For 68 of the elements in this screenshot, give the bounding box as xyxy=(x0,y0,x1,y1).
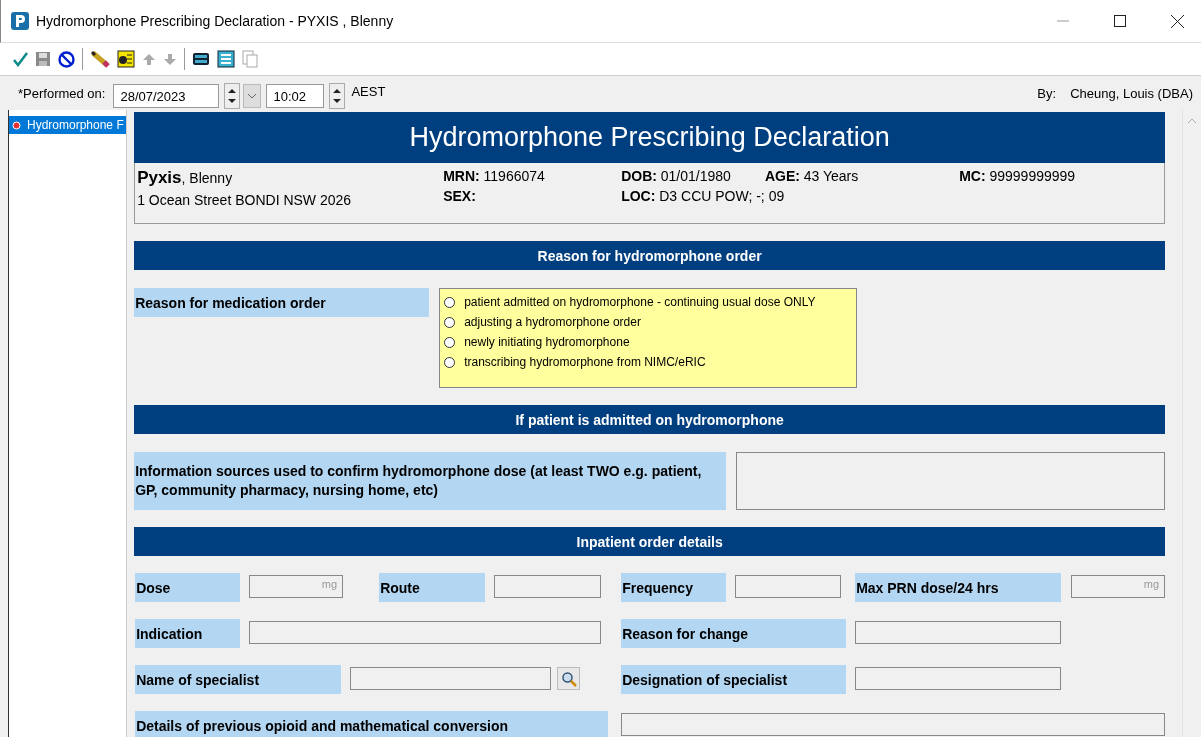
field-label: Reason for medication order xyxy=(134,288,430,317)
field-label: Name of specialist xyxy=(135,665,342,694)
spinner-icon[interactable] xyxy=(329,83,346,109)
section-header: Inpatient order details xyxy=(134,527,1166,556)
search-icon xyxy=(560,670,577,687)
input-field[interactable] xyxy=(494,575,602,598)
maximize-icon[interactable] xyxy=(1114,15,1126,27)
age-text: AGE: 43 Years xyxy=(764,168,859,184)
app-icon xyxy=(11,12,29,30)
input-field[interactable] xyxy=(855,621,1062,644)
input-field[interactable] xyxy=(249,621,602,644)
field-label: Indication xyxy=(135,619,241,648)
field-label: Reason for change xyxy=(621,619,847,648)
patient-name: Pyxis, Blenny xyxy=(137,168,234,188)
input-field[interactable] xyxy=(855,667,1062,690)
input-field[interactable] xyxy=(621,713,1166,736)
section-header: If patient is admitted on hydromorphone xyxy=(134,405,1166,434)
option-label[interactable]: adjusting a hydromorphone order xyxy=(464,315,641,329)
dob-text: DOB: 01/01/1980 xyxy=(621,168,731,184)
sex-text: SEX: xyxy=(443,188,477,204)
status-icon xyxy=(12,120,21,130)
save-icon[interactable] xyxy=(35,51,51,67)
option-label[interactable]: patient admitted on hydromorphone - continuing usual dose ONLY xyxy=(464,295,816,309)
spinner-icon[interactable] xyxy=(224,83,241,109)
scroll-up-icon[interactable] xyxy=(1187,118,1198,124)
location-text: LOC: D3 CCU POW; -; 09 xyxy=(621,188,786,204)
radio-button[interactable] xyxy=(444,336,456,348)
timezone-label: AEST xyxy=(351,84,386,99)
close-icon[interactable] xyxy=(1171,14,1184,28)
document-icon[interactable] xyxy=(117,50,135,68)
field-label: Details of previous opioid and mathematical conversion xyxy=(135,711,609,737)
radio-button[interactable] xyxy=(444,356,456,368)
text-area[interactable] xyxy=(735,452,1166,510)
input-field[interactable] xyxy=(350,667,552,690)
input-field[interactable] xyxy=(735,575,842,598)
down-arrow-icon[interactable] xyxy=(163,52,177,66)
mc-text: MC: 99999999999 xyxy=(959,168,1076,184)
field-label: Dose xyxy=(135,573,241,602)
time-field[interactable]: 10:02 xyxy=(266,84,325,108)
field-label: Max PRN dose/24 hrs xyxy=(855,573,1062,602)
date-field[interactable]: 28/07/2023 xyxy=(113,84,220,108)
checkmark-icon[interactable] xyxy=(12,51,28,67)
field-label: Information sources used to confirm hydromorphone dose (at least TWO e.g. patient, GP, community pharmacy, nursing home, etc) xyxy=(134,452,726,510)
field-label: Designation of specialist xyxy=(621,665,847,694)
unit-label: mg xyxy=(1143,577,1161,590)
copy-document-icon[interactable] xyxy=(242,50,258,68)
form-title: Hydromorphone Prescribing Declaration xyxy=(134,112,1166,163)
checklist-icon[interactable] xyxy=(217,50,235,68)
by-label: By: xyxy=(1037,85,1057,101)
radio-button[interactable] xyxy=(444,296,456,308)
pencil-icon[interactable] xyxy=(90,50,110,68)
mrn-text: MRN: 11966074 xyxy=(443,168,546,184)
performed-by-name: Cheung, Louis (DBA) xyxy=(1070,85,1193,101)
unit-label: mg xyxy=(321,577,339,590)
caret-icon xyxy=(247,93,258,99)
option-label[interactable]: newly initiating hydromorphone xyxy=(464,335,630,349)
field-label: Route xyxy=(379,573,486,602)
window-title: Hydromorphone Prescribing Declaration - PYXIS , Blenny xyxy=(36,13,394,29)
up-arrow-icon[interactable] xyxy=(142,52,156,66)
section-header: Reason for hydromorphone order xyxy=(134,241,1166,270)
cancel-icon[interactable] xyxy=(58,50,75,68)
sidebar-item[interactable]: Hydromorphone F xyxy=(9,116,127,134)
option-label[interactable]: transcribing hydromorphone from NIMC/eRIC xyxy=(464,355,706,369)
search-button[interactable] xyxy=(557,667,581,690)
radio-button[interactable] xyxy=(444,316,456,328)
field-label: Frequency xyxy=(621,573,727,602)
patient-address: 1 Ocean Street BONDI NSW 2026 xyxy=(137,192,353,208)
performed-on-label: *Performed on: xyxy=(18,85,106,101)
